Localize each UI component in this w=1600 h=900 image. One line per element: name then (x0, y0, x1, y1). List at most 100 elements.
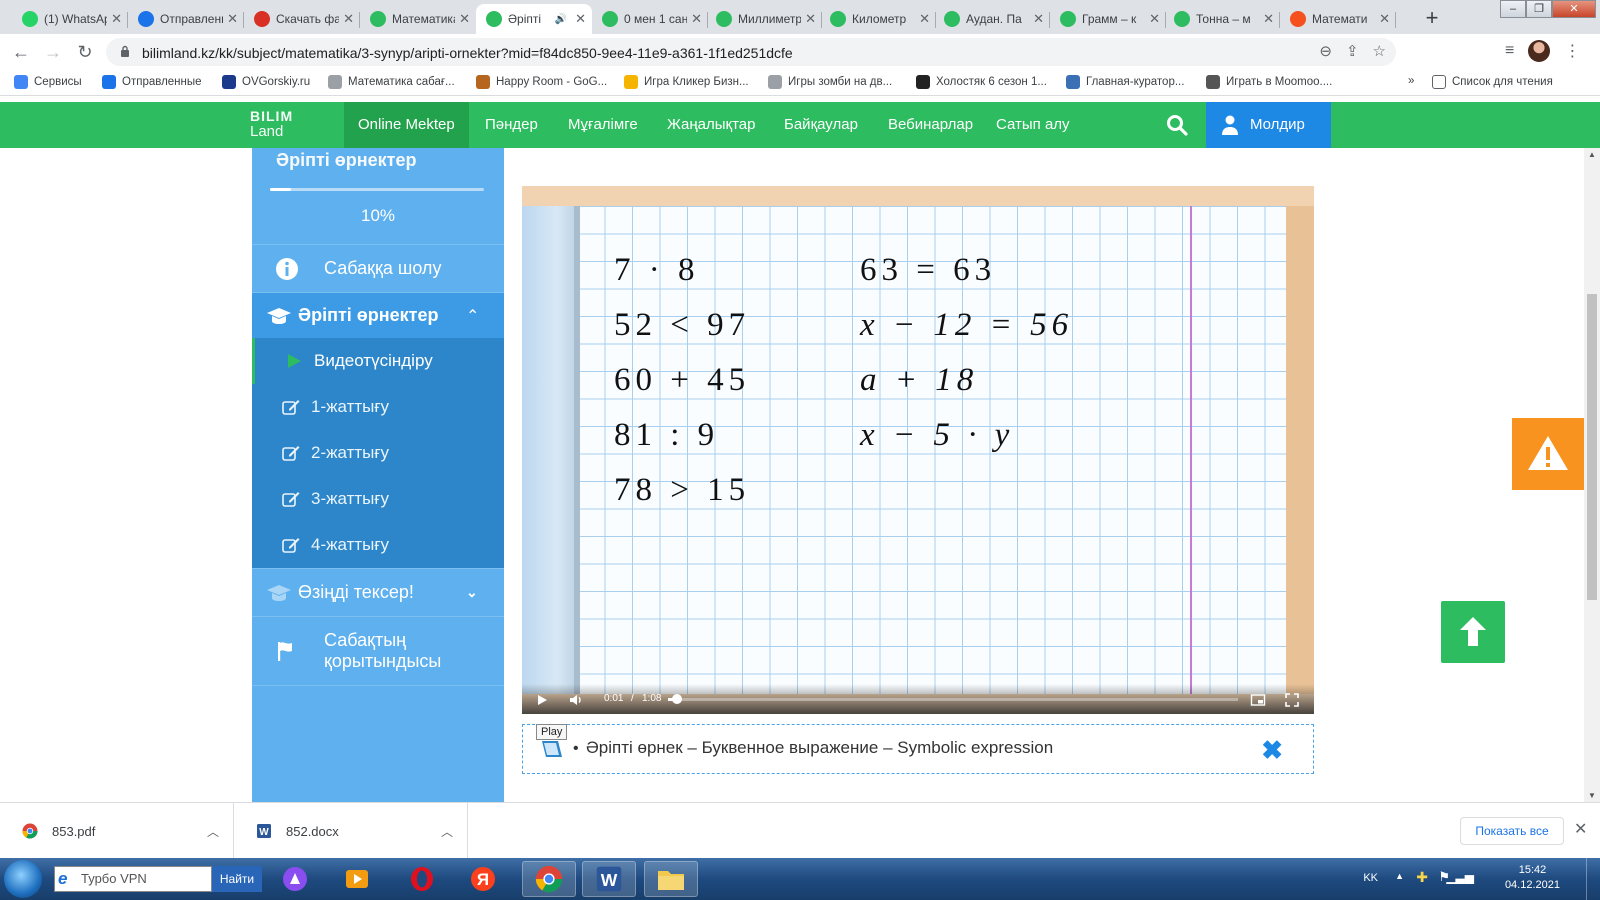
taskbar-search-input[interactable]: Турбо VPN (54, 866, 212, 892)
play-button[interactable] (534, 692, 550, 708)
scroll-up-arrow-icon[interactable]: ▲ (1588, 150, 1596, 159)
user-account-button[interactable]: Молдир (1206, 102, 1331, 148)
page-scrollbar[interactable]: ▲ ▼ (1584, 148, 1600, 802)
taskbar-app-alice[interactable] (268, 861, 322, 897)
report-error-button[interactable] (1512, 418, 1584, 490)
download-item-docx[interactable]: W 852.docx ︿ (234, 803, 468, 859)
show-all-downloads-button[interactable]: Показать все (1460, 817, 1564, 845)
chevron-down-icon[interactable]: ⌄ (466, 584, 478, 601)
show-desktop-button[interactable] (1586, 858, 1600, 900)
browser-tab[interactable]: Тонна – м ✕ (1164, 4, 1280, 34)
bookmark-item[interactable]: Игра Кликер Бизн... (624, 75, 749, 89)
tab-close-icon[interactable]: ✕ (1263, 11, 1274, 27)
scrollbar-thumb[interactable] (1587, 294, 1597, 600)
reading-list-button[interactable]: Список для чтения (1432, 75, 1553, 89)
sidebar-subitem-exercise-2[interactable]: 2-жаттығу (252, 430, 504, 476)
reload-icon[interactable]: ↻ (72, 39, 98, 65)
video-seek-bar[interactable] (668, 698, 1238, 701)
maximize-button[interactable]: ❐ (1526, 0, 1552, 18)
sidebar-item-self-check[interactable]: Өзіңді тексер! ⌄ (252, 568, 504, 616)
bookmark-item[interactable]: Happy Room - GoG... (476, 75, 607, 89)
browser-tab[interactable]: 0 мен 1 саны✕ (592, 4, 708, 34)
tab-close-icon[interactable]: ✕ (459, 11, 470, 27)
bookmark-item[interactable]: Холостяк 6 сезон 1... (916, 75, 1047, 89)
bookmark-item[interactable]: Главная-куратор... (1066, 75, 1184, 89)
sidebar-subitem-video[interactable]: Видеотүсіндіру (252, 338, 504, 384)
close-icon[interactable]: ✖ (1261, 735, 1283, 766)
tab-close-icon[interactable]: ✕ (227, 11, 238, 27)
nav-item[interactable]: Вебинарлар (874, 102, 987, 148)
taskbar-app-yandex[interactable]: Я (456, 861, 510, 897)
taskbar-app-explorer[interactable] (644, 861, 698, 897)
language-indicator[interactable]: KK (1363, 872, 1378, 884)
bookmark-item[interactable]: Играть в Moomoo.... (1206, 75, 1332, 89)
bilimland-logo[interactable]: BILIM Land (250, 108, 293, 140)
scroll-to-top-button[interactable] (1441, 601, 1505, 663)
video-seek-handle[interactable] (671, 694, 682, 704)
tab-close-icon[interactable]: ✕ (1379, 11, 1390, 27)
clock[interactable]: 15:42 04.12.2021 (1505, 863, 1560, 893)
browser-tab[interactable]: Әріпті 🔊 ✕ (476, 4, 592, 34)
new-tab-button[interactable]: + (1418, 5, 1446, 33)
bookmark-item[interactable]: Отправленные (102, 75, 202, 89)
menu-dots-icon[interactable]: ⋮ (1564, 41, 1580, 61)
back-arrow-icon[interactable]: ← (8, 39, 34, 65)
bookmark-item[interactable]: Сервисы (14, 75, 82, 89)
taskbar-app-opera[interactable] (395, 861, 449, 897)
search-icon[interactable] (1166, 114, 1188, 136)
close-icon[interactable]: ✕ (1574, 819, 1587, 839)
profile-avatar[interactable] (1528, 40, 1551, 62)
tab-close-icon[interactable]: ✕ (1149, 11, 1160, 27)
bookmark-item[interactable]: Математика сабағ... (328, 75, 455, 89)
share-icon[interactable]: ⇪ (1346, 42, 1359, 60)
sidebar-subitem-exercise-4[interactable]: 4-жаттығу (252, 522, 504, 568)
nav-item[interactable]: Сатып алу (982, 102, 1084, 148)
taskbar-app-media[interactable] (330, 861, 384, 897)
browser-tab[interactable]: Математи ✕ (1280, 4, 1396, 34)
url-text[interactable]: bilimland.kz/kk/subject/matematika/3-syn… (142, 45, 793, 61)
tab-close-icon[interactable]: ✕ (691, 11, 702, 27)
tab-close-icon[interactable]: ✕ (575, 11, 586, 27)
chevron-up-icon[interactable]: ︿ (441, 823, 453, 840)
taskbar-app-word[interactable]: W (582, 861, 636, 897)
sidebar-item-symbolic-expressions[interactable]: Әріпті өрнектер ⌃ (252, 292, 504, 338)
nav-item[interactable]: Пәндер (471, 102, 552, 148)
forward-arrow-icon[interactable]: → (40, 39, 66, 65)
more-bookmarks-button[interactable]: » (1408, 75, 1414, 87)
audio-playing-icon[interactable]: 🔊 (555, 14, 567, 25)
tab-close-icon[interactable]: ✕ (111, 11, 122, 27)
browser-tab[interactable]: Отправленные ✕ (128, 4, 244, 34)
browser-tab[interactable]: Километр ✕ (820, 4, 936, 34)
browser-tab[interactable]: Математика ✕ (360, 4, 476, 34)
network-signal-icon[interactable]: ▁▃▅ (1446, 870, 1474, 884)
sidebar-item-summary[interactable]: Сабақтың қорытындысы (252, 616, 504, 686)
taskbar-app-chrome[interactable] (522, 861, 576, 897)
browser-tab[interactable]: Миллиметр ✕ (706, 4, 822, 34)
tray-expand-icon[interactable]: ▲ (1395, 871, 1404, 881)
zoom-icon[interactable]: ⊖ (1319, 42, 1332, 60)
tray-app-icon[interactable]: ✚ (1416, 869, 1428, 886)
tab-close-icon[interactable]: ✕ (343, 11, 354, 27)
browser-tab[interactable]: Аудан. Па ✕ (934, 4, 1050, 34)
lock-icon[interactable] (120, 45, 130, 57)
bookmark-item[interactable]: OVGorskiy.ru (222, 75, 310, 89)
browser-tab[interactable]: (1) WhatsApp ✕ (12, 4, 128, 34)
nav-item[interactable]: Жаңалықтар (653, 102, 769, 148)
bookmark-star-icon[interactable]: ☆ (1373, 42, 1386, 60)
tab-close-icon[interactable]: ✕ (919, 11, 930, 27)
nav-item[interactable]: Байқаулар (770, 102, 872, 148)
sidebar-subitem-exercise-1[interactable]: 1-жаттығу (252, 384, 504, 430)
sidebar-subitem-exercise-3[interactable]: 3-жаттығу (252, 476, 504, 522)
volume-icon[interactable] (568, 692, 584, 708)
picture-in-picture-icon[interactable] (1250, 692, 1266, 708)
taskbar-search-button[interactable]: Найти (212, 866, 262, 892)
chevron-up-icon[interactable]: ︿ (207, 823, 219, 840)
scroll-down-arrow-icon[interactable]: ▼ (1588, 791, 1596, 800)
fullscreen-icon[interactable] (1284, 692, 1300, 708)
bookmark-item[interactable]: Игры зомби на дв... (768, 75, 892, 89)
tab-close-icon[interactable]: ✕ (1033, 11, 1044, 27)
download-item-pdf[interactable]: 853.pdf ︿ (0, 803, 234, 859)
browser-tab[interactable]: Грамм – к ✕ (1050, 4, 1166, 34)
address-bar[interactable]: bilimland.kz/kk/subject/matematika/3-syn… (106, 38, 1396, 66)
chevron-up-icon[interactable]: ⌃ (466, 306, 479, 326)
